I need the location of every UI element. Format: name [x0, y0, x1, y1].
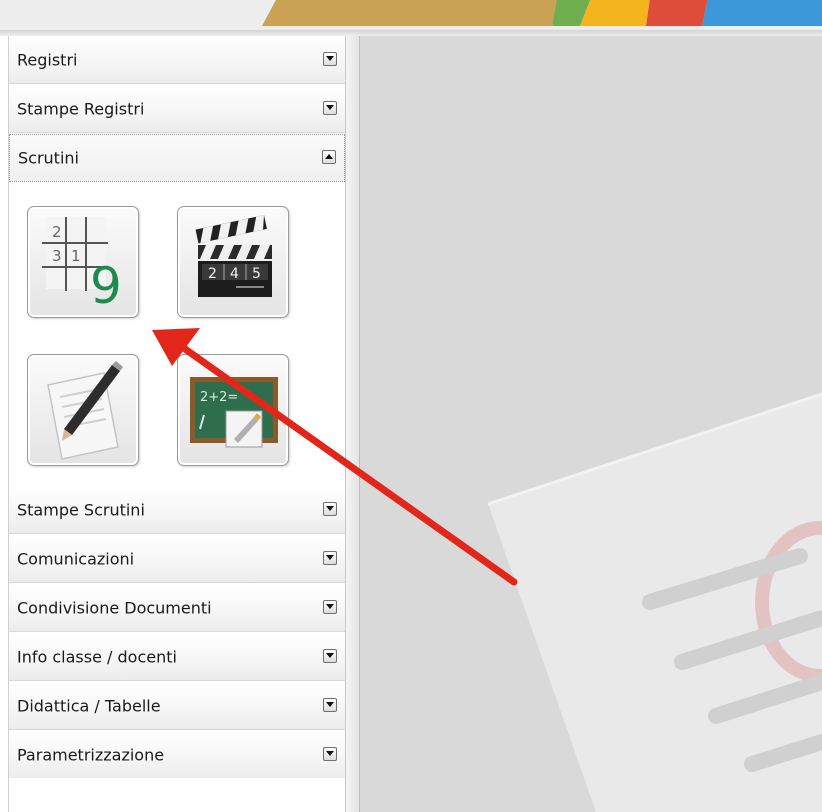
app-logo — [262, 0, 822, 26]
sidebar-empty-area — [9, 778, 345, 812]
sidebar-section-stampe-registri[interactable]: Stampe Registri — [9, 85, 345, 133]
clapperboard-button[interactable]: 2 4 5 — [177, 206, 289, 318]
sidebar-splitter[interactable] — [346, 36, 360, 812]
sidebar-section-didattica-tabelle[interactable]: Didattica / Tabelle — [9, 682, 345, 730]
collapse-icon[interactable] — [322, 150, 336, 164]
section-label: Scrutini — [18, 148, 79, 168]
grid-digit: 2 — [52, 223, 62, 241]
clapperboard-icon: 2 4 5 — [195, 215, 272, 297]
sidebar-section-condivisione-documenti[interactable]: Condivisione Documenti — [9, 584, 345, 632]
document-watermark-icon — [487, 392, 822, 812]
section-label: Parametrizzazione — [17, 745, 165, 765]
main-content-area — [360, 36, 822, 812]
sidebar-section-registri[interactable]: Registri — [9, 36, 345, 84]
grid-digit: 3 — [52, 247, 62, 265]
chalkboard-button[interactable]: 2+2= — [177, 354, 289, 466]
chalkboard-icon: 2+2= — [190, 377, 278, 448]
section-label: Registri — [17, 50, 78, 70]
clapper-digit: 4 — [230, 266, 239, 282]
section-label: Comunicazioni — [17, 549, 135, 569]
expand-icon[interactable] — [323, 747, 337, 761]
sidebar-section-info-classe-docenti[interactable]: Info classe / docenti — [9, 633, 345, 681]
grid-digit: 1 — [71, 247, 81, 265]
expand-icon[interactable] — [323, 698, 337, 712]
clapper-digit: 2 — [208, 266, 217, 282]
scrutini-tiles-panel: 2 3 1 9 2 4 5 2+2= — [9, 182, 345, 486]
section-label: Stampe Registri — [17, 99, 145, 119]
sidebar-section-parametrizzazione[interactable]: Parametrizzazione — [9, 731, 345, 779]
app-header — [0, 0, 822, 30]
expand-icon[interactable] — [323, 649, 337, 663]
section-label: Info classe / docenti — [17, 647, 177, 667]
chalk-text: 2+2= — [200, 390, 238, 405]
expand-icon[interactable] — [323, 101, 337, 115]
section-label: Didattica / Tabelle — [17, 696, 161, 716]
clapper-digit: 5 — [252, 266, 261, 282]
expand-icon[interactable] — [323, 600, 337, 614]
grade-grid-button[interactable]: 2 3 1 9 — [27, 206, 139, 318]
expand-icon[interactable] — [323, 551, 337, 565]
expand-icon[interactable] — [323, 502, 337, 516]
document-pencil-icon — [47, 361, 123, 460]
section-label: Stampe Scrutini — [17, 500, 145, 520]
sidebar-section-comunicazioni[interactable]: Comunicazioni — [9, 535, 345, 583]
expand-icon[interactable] — [323, 52, 337, 66]
sidebar-section-stampe-scrutini[interactable]: Stampe Scrutini — [9, 486, 345, 534]
sidebar-section-scrutini[interactable]: Scrutini — [9, 134, 345, 182]
sidebar-menu: Registri Stampe Registri Scrutini 2 3 1 … — [8, 36, 346, 812]
grade-digit: 9 — [90, 257, 122, 315]
document-edit-button[interactable] — [27, 354, 139, 466]
section-label: Condivisione Documenti — [17, 598, 212, 618]
grade-grid-icon: 2 3 1 9 — [42, 217, 122, 315]
